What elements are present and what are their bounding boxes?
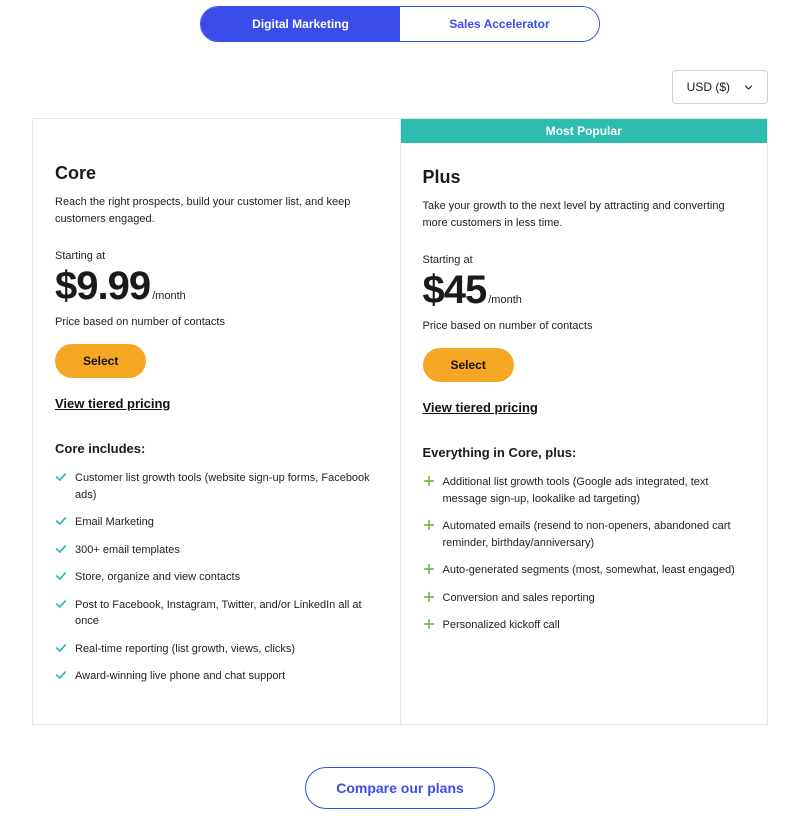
feature-item: Customer list growth tools (website sign… [55,470,378,503]
feature-text: Auto-generated segments (most, somewhat,… [443,562,735,579]
chevron-down-icon [744,83,753,92]
price-row: $9.99 /month [55,266,378,306]
plan-card-body: Core Reach the right prospects, build yo… [33,119,400,724]
checkmark-icon [55,543,67,555]
plus-icon [423,591,435,603]
feature-item: Conversion and sales reporting [423,590,746,607]
feature-text: Store, organize and view contacts [75,569,240,586]
feature-text: Automated emails (resend to non-openers,… [443,518,746,551]
compare-plans-button[interactable]: Compare our plans [305,767,495,809]
feature-item: Email Marketing [55,514,378,531]
tab-pill: Digital Marketing Sales Accelerator [200,6,600,42]
feature-text: Email Marketing [75,514,154,531]
plan-name: Core [55,163,378,184]
feature-text: Customer list growth tools (website sign… [75,470,378,503]
feature-item: Store, organize and view contacts [55,569,378,586]
feature-text: Conversion and sales reporting [443,590,595,607]
plan-period: /month [152,290,186,305]
feature-text: Personalized kickoff call [443,617,560,634]
feature-text: Post to Facebook, Instagram, Twitter, an… [75,597,378,630]
feature-item: Additional list growth tools (Google ads… [423,474,746,507]
plan-card-core: Core Reach the right prospects, build yo… [32,118,401,725]
feature-item: 300+ email templates [55,542,378,559]
plan-period: /month [488,294,522,309]
checkmark-icon [55,471,67,483]
feature-text: Real-time reporting (list growth, views,… [75,641,295,658]
feature-item: Post to Facebook, Instagram, Twitter, an… [55,597,378,630]
checkmark-icon [55,570,67,582]
plan-name: Plus [423,167,746,188]
select-button[interactable]: Select [55,344,146,378]
plus-icon [423,475,435,487]
feature-item: Personalized kickoff call [423,617,746,634]
features-heading: Core includes: [55,441,378,456]
tab-sales-accelerator[interactable]: Sales Accelerator [400,7,599,41]
plus-icon [423,519,435,531]
currency-row: USD ($) [0,70,800,118]
feature-text: 300+ email templates [75,542,180,559]
feature-item: Auto-generated segments (most, somewhat,… [423,562,746,579]
feature-item: Automated emails (resend to non-openers,… [423,518,746,551]
starting-at-label: Starting at [55,250,378,262]
view-tiered-pricing-link[interactable]: View tiered pricing [55,396,378,411]
product-tabs: Digital Marketing Sales Accelerator [0,6,800,42]
plan-description: Reach the right prospects, build your cu… [55,194,378,228]
plan-price: $45 [423,270,487,310]
feature-text: Additional list growth tools (Google ads… [443,474,746,507]
plans-container: Core Reach the right prospects, build yo… [0,118,800,725]
compare-row: Compare our plans [0,767,800,821]
view-tiered-pricing-link[interactable]: View tiered pricing [423,400,746,415]
plan-card-body: Plus Take your growth to the next level … [401,143,768,673]
feature-item: Real-time reporting (list growth, views,… [55,641,378,658]
checkmark-icon [55,515,67,527]
price-note: Price based on number of contacts [55,316,378,328]
plan-card-plus: Most Popular Plus Take your growth to th… [400,118,769,725]
checkmark-icon [55,669,67,681]
plan-price: $9.99 [55,266,150,306]
currency-select[interactable]: USD ($) [672,70,768,104]
feature-item: Award-winning live phone and chat suppor… [55,668,378,685]
feature-list: Customer list growth tools (website sign… [55,470,378,685]
plus-icon [423,563,435,575]
plan-description: Take your growth to the next level by at… [423,198,746,232]
price-note: Price based on number of contacts [423,320,746,332]
starting-at-label: Starting at [423,254,746,266]
most-popular-badge: Most Popular [401,119,768,143]
plus-icon [423,618,435,630]
feature-list: Additional list growth tools (Google ads… [423,474,746,634]
checkmark-icon [55,642,67,654]
checkmark-icon [55,598,67,610]
currency-value: USD ($) [687,80,730,94]
tab-digital-marketing[interactable]: Digital Marketing [201,7,400,41]
features-heading: Everything in Core, plus: [423,445,746,460]
select-button[interactable]: Select [423,348,514,382]
price-row: $45 /month [423,270,746,310]
feature-text: Award-winning live phone and chat suppor… [75,668,285,685]
